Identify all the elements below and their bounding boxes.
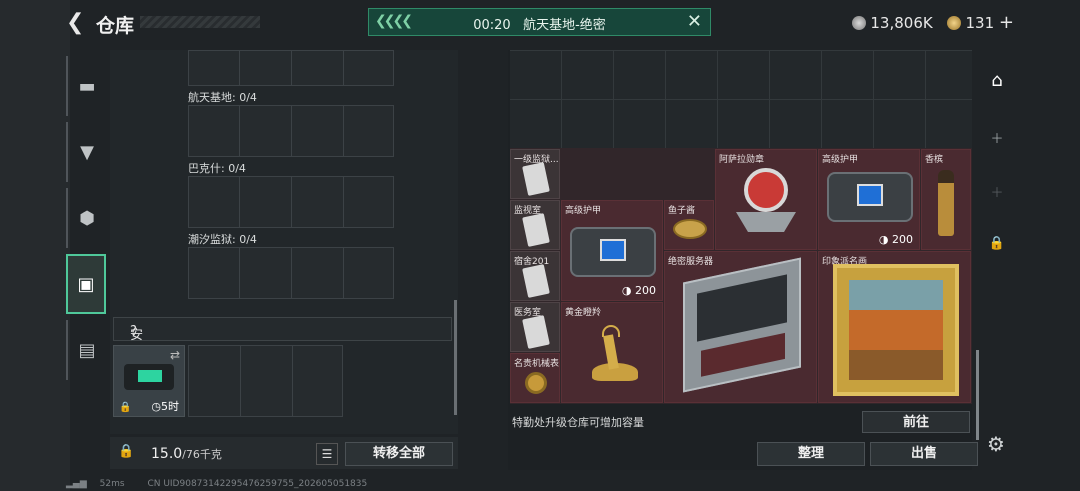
gold-amount: 131 <box>965 14 995 32</box>
badge-icon: ⬢ <box>79 207 95 229</box>
armor-bag-image <box>570 227 656 277</box>
medal-image <box>744 168 788 212</box>
nav-backpack[interactable]: ▣ <box>66 254 106 314</box>
sell-button[interactable]: 出售 <box>870 442 978 466</box>
clock-icon: ◷ <box>151 400 161 413</box>
goto-button[interactable]: 前往 <box>862 411 970 433</box>
upgrade-tip: 特勤处升级仓库可增加容量 <box>512 416 644 429</box>
champagne-bottle-image <box>938 170 954 236</box>
stash-tab-bar: ⌂ ＋ ＋ 🔒 <box>980 52 1014 442</box>
stash-item[interactable]: 宿舍201 <box>510 251 560 301</box>
mission-banner[interactable]: ❮❮❮❮ 00:20 航天基地-绝密 ✕ <box>368 8 711 36</box>
back-button[interactable]: ❮ <box>66 10 84 35</box>
keycard-image <box>522 315 550 349</box>
stash-item[interactable]: 香槟 <box>921 149 971 250</box>
stash-item[interactable]: 医务室 <box>510 302 560 352</box>
map-label: 潮汐监狱: 0/4 <box>188 233 257 246</box>
help-icon[interactable]: ? <box>130 324 137 339</box>
safe-box-item[interactable]: ⇄ 🔒 ◷5时 <box>113 345 185 417</box>
safe-device-image <box>124 364 174 390</box>
stash-item[interactable]: 高级护甲 ◑ 200 <box>561 200 663 301</box>
stash-empty-grid[interactable] <box>510 50 972 148</box>
stash-item[interactable]: 鱼子酱 <box>664 200 714 250</box>
scrollbar[interactable] <box>976 350 979 440</box>
key-grid[interactable] <box>188 105 394 157</box>
armor-bag-image <box>827 172 913 222</box>
armor-icon: ▼ <box>80 141 94 163</box>
page-title: 仓库 <box>96 15 135 37</box>
stash-item[interactable]: 高级护甲 ◑ 200 <box>818 149 920 250</box>
lock-icon[interactable]: 🔒 <box>118 444 134 460</box>
signal-icon: ▂▄▆ <box>66 479 87 489</box>
toolbox-icon: ▤ <box>78 339 96 361</box>
weight-display: 15.0/76千克 <box>151 446 222 462</box>
swap-icon[interactable]: ⇄ <box>170 348 180 362</box>
warehouse-tab[interactable]: ⌂ <box>980 70 1014 91</box>
mission-name: 航天基地-绝密 <box>523 18 606 33</box>
close-icon[interactable]: ✕ <box>687 11 702 32</box>
top-bar: ❮ 仓库 ❮❮❮❮ 00:20 航天基地-绝密 ✕ 13,806K 131 + <box>0 0 1080 44</box>
keycard-image <box>522 213 550 247</box>
key-grid-top[interactable] <box>188 50 394 86</box>
map-label: 巴克什: 0/4 <box>188 162 246 175</box>
list-view-button[interactable]: ☰ <box>316 443 338 465</box>
nav-tools[interactable]: ▤ <box>66 320 106 380</box>
transfer-all-button[interactable]: 转移全部 <box>345 442 453 466</box>
sort-button[interactable]: 整理 <box>757 442 865 466</box>
home-icon: ⌂ <box>991 70 1003 91</box>
scrollbar[interactable] <box>454 300 457 415</box>
safe-time: 5时 <box>161 400 179 413</box>
locked-tab[interactable]: 🔒 <box>980 236 1014 251</box>
safe-box-grid[interactable] <box>188 345 343 417</box>
coin-amount: 13,806K <box>870 14 933 32</box>
stash-item[interactable]: 一级监狱... <box>510 149 560 199</box>
map-label: 航天基地: 0/4 <box>188 91 257 104</box>
currency-display: 13,806K 131 + <box>852 12 1014 33</box>
lock-icon: 🔒 <box>119 402 132 413</box>
left-background <box>0 0 70 491</box>
stash-item[interactable]: 黄金瞪羚 <box>561 302 663 403</box>
shield-icon: ◑ <box>878 233 889 246</box>
uid: CN UID9087314229547625975​5_202605051835 <box>147 479 368 489</box>
coin-icon <box>852 16 867 30</box>
stash-item[interactable]: 阿萨拉勋章 <box>715 149 817 250</box>
watch-image <box>525 372 547 394</box>
painting-image <box>833 264 959 396</box>
stash-item[interactable]: 监视室 <box>510 200 560 250</box>
nav-weapons[interactable]: ▬ <box>66 56 106 116</box>
safe-box-header: 安全箱: 0/9 ? <box>113 317 452 396</box>
gear-icon[interactable]: ⚙ <box>987 432 1005 456</box>
add-currency-button[interactable]: + <box>999 12 1014 33</box>
keycard-image <box>522 162 550 196</box>
backpack-icon: ▣ <box>77 273 95 295</box>
list-icon: ☰ <box>321 447 333 461</box>
mission-time: 00:20 <box>473 18 511 33</box>
gazelle-statue-image <box>588 325 638 387</box>
add-tab-button[interactable]: ＋ <box>980 182 1014 201</box>
category-nav: ▬ ▼ ⬢ ▣ ▤ <box>66 50 106 390</box>
shield-icon: ◑ <box>621 284 632 297</box>
server-image <box>683 257 801 393</box>
nav-badge[interactable]: ⬢ <box>66 188 106 248</box>
stash-item[interactable]: 印象派名画 <box>818 251 971 403</box>
plus-icon: ＋ <box>990 186 1004 201</box>
gold-icon <box>947 16 962 30</box>
caviar-tin-image <box>673 219 707 239</box>
key-grid[interactable] <box>188 176 394 228</box>
nav-armor[interactable]: ▼ <box>66 122 106 182</box>
plus-icon: ＋ <box>990 132 1004 147</box>
title-decoration <box>140 16 260 28</box>
lock-icon: 🔒 <box>988 236 1006 251</box>
add-tab-button[interactable]: ＋ <box>980 128 1014 147</box>
stash-item[interactable]: 名贵机械表 <box>510 353 560 403</box>
stash-item[interactable]: 绝密服务器 <box>664 251 817 403</box>
status-bar: ▂▄▆ 52ms CN UID9087314229547625975​5_202… <box>66 479 367 489</box>
keycard-image <box>522 264 550 298</box>
gun-icon: ▬ <box>78 75 96 97</box>
key-grid[interactable] <box>188 247 394 299</box>
ping: 52ms <box>99 479 125 489</box>
